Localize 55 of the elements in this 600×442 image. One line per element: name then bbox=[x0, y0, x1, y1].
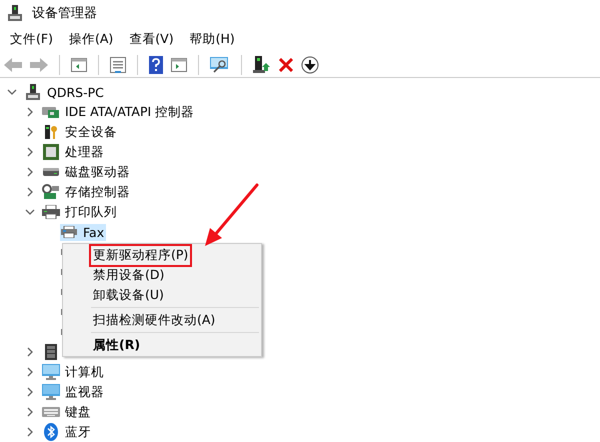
tree-item-label[interactable]: 蓝牙 bbox=[63, 422, 93, 442]
window-pane-icon[interactable] bbox=[71, 58, 87, 72]
processor-icon bbox=[43, 144, 59, 160]
tree-item-label[interactable]: 键盘 bbox=[63, 402, 93, 422]
app-icon bbox=[8, 5, 22, 21]
menu-item[interactable]: 帮助(H) bbox=[184, 28, 241, 50]
context-menu-item[interactable]: 更新驱动程序(P) bbox=[63, 245, 261, 265]
tree-item[interactable]: 计算机 bbox=[42, 362, 106, 382]
context-menu-item[interactable]: 属性(R) bbox=[63, 335, 261, 355]
help-icon[interactable] bbox=[149, 56, 163, 74]
tree-item-label[interactable]: QDRS-PC bbox=[45, 84, 106, 100]
annotation-arrow bbox=[205, 184, 258, 246]
tree-item[interactable]: 处理器 bbox=[42, 142, 106, 162]
tree-item[interactable]: 键盘 bbox=[42, 402, 93, 422]
cross-icon[interactable] bbox=[279, 58, 293, 72]
tree-item[interactable]: 磁盘驱动器 bbox=[42, 162, 132, 182]
keyboard-icon bbox=[42, 407, 60, 417]
window-pane-icon[interactable] bbox=[171, 58, 187, 72]
tree-item-label[interactable]: 处理器 bbox=[63, 142, 106, 162]
tree-item[interactable]: 蓝牙 bbox=[42, 422, 93, 442]
key-icon bbox=[43, 124, 59, 140]
computer-icon bbox=[26, 84, 40, 100]
printer-icon bbox=[42, 205, 60, 219]
printer-icon bbox=[61, 226, 77, 238]
context-menu-item[interactable]: 卸载设备(U) bbox=[63, 285, 261, 305]
tree-item[interactable]: QDRS-PC bbox=[24, 84, 106, 100]
window-title: 设备管理器 bbox=[32, 5, 97, 22]
tree-item[interactable]: 打印队列 bbox=[42, 202, 119, 222]
monitor-search-icon[interactable] bbox=[210, 56, 230, 72]
controller-card-icon bbox=[42, 105, 60, 119]
context-menu-item[interactable]: 扫描检测硬件改动(A) bbox=[63, 310, 261, 330]
menu-item[interactable]: 操作(A) bbox=[62, 28, 120, 50]
tree-item-label[interactable]: Fax bbox=[81, 224, 106, 240]
tree-item-label[interactable]: 监视器 bbox=[63, 382, 106, 402]
memory-chip-icon bbox=[44, 344, 58, 360]
tree-item-label[interactable]: 计算机 bbox=[63, 362, 106, 382]
tree-item[interactable]: 监视器 bbox=[42, 382, 106, 402]
highlight-box: 更新驱动程序(P) bbox=[89, 244, 192, 266]
tree-item[interactable]: 存储控制器 bbox=[42, 182, 132, 202]
tree-item-label[interactable]: 安全设备 bbox=[63, 122, 119, 142]
properties-sheet-icon[interactable] bbox=[110, 56, 126, 72]
selected-tree-item[interactable]: Fax bbox=[60, 224, 106, 240]
disk-drive-icon bbox=[43, 167, 59, 177]
menu-item[interactable]: 查看(V) bbox=[123, 28, 180, 50]
storage-controller-icon bbox=[42, 184, 60, 200]
device-update-icon[interactable] bbox=[253, 56, 271, 74]
tree-item-label[interactable]: 磁盘驱动器 bbox=[63, 162, 132, 182]
tree-item-label[interactable]: 打印队列 bbox=[63, 202, 119, 222]
menu-item[interactable]: 文件(F) bbox=[4, 28, 59, 50]
monitor-icon bbox=[42, 364, 60, 380]
down-arrow-circle-icon[interactable] bbox=[301, 56, 319, 74]
monitor-icon bbox=[42, 384, 60, 400]
tree-item[interactable]: 安全设备 bbox=[42, 122, 119, 142]
context-menu-item[interactable]: 禁用设备(D) bbox=[63, 265, 261, 285]
tree-item-label[interactable]: 存储控制器 bbox=[63, 182, 132, 202]
